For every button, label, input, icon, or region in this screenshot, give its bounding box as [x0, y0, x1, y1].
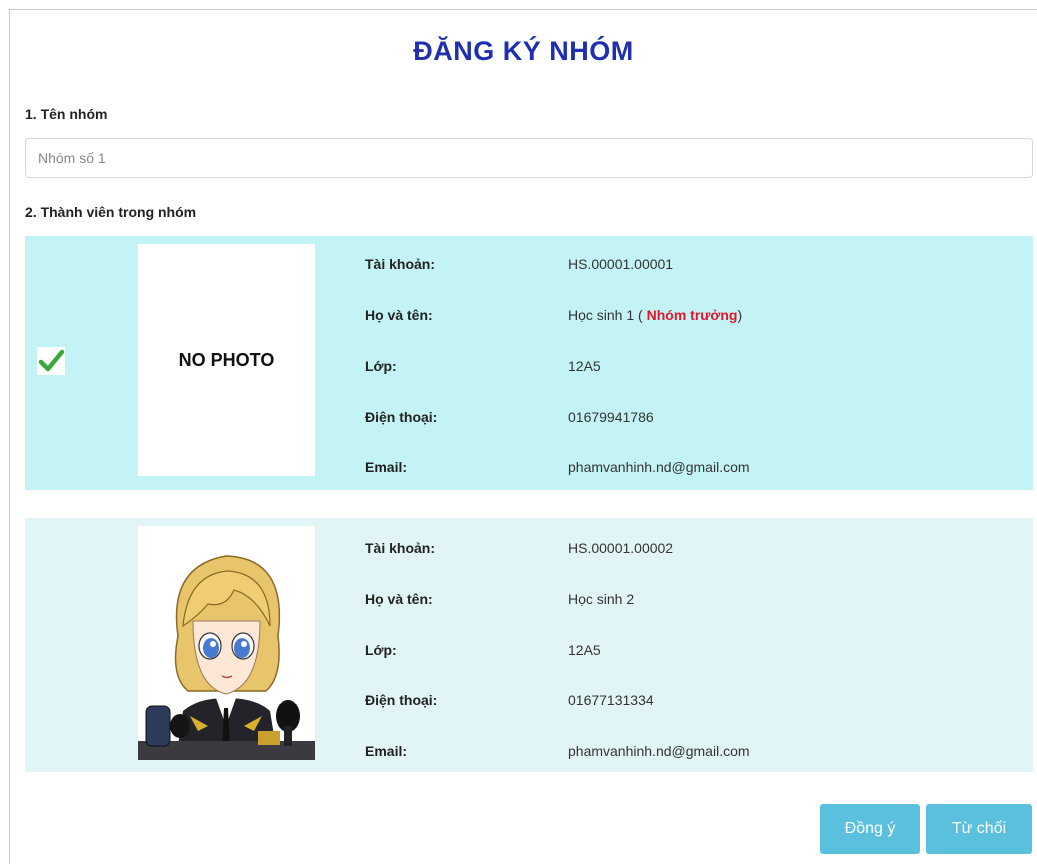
page-title: ĐĂNG KÝ NHÓM [413, 36, 634, 66]
group-name-input[interactable] [25, 138, 1033, 178]
fullname-value: Học sinh 1 ( Nhóm trưởng) [568, 307, 1008, 323]
leader-badge: Nhóm trưởng [646, 307, 738, 323]
class-value: 12A5 [568, 358, 601, 374]
class-value: 12A5 [568, 642, 601, 658]
members-label: 2. Thành viên trong nhóm [25, 204, 197, 220]
email-value: phamvanhinh.nd@gmail.com [568, 459, 750, 475]
member-photo [138, 526, 315, 760]
checkmark-icon[interactable] [37, 347, 65, 375]
group-name-label: 1. Tên nhóm [25, 106, 108, 122]
fullname-value: Học sinh 2 [568, 591, 635, 607]
fullname-text: Học sinh 1 [568, 307, 635, 323]
email-value: phamvanhinh.nd@gmail.com [568, 743, 750, 759]
class-label: Lớp: [365, 642, 397, 658]
fullname-label: Họ và tên: [365, 591, 433, 607]
phone-label: Điện thoại: [365, 692, 438, 708]
role-suffix: ) [737, 307, 743, 323]
fullname-label: Họ và tên: [365, 307, 433, 323]
anime-avatar-photo-icon [138, 526, 315, 760]
no-photo-text: NO PHOTO [178, 349, 275, 370]
role-prefix: ( [634, 307, 647, 323]
email-label: Email: [365, 743, 408, 759]
account-value: HS.00001.00002 [568, 540, 674, 556]
agree-button[interactable]: Đồng ý [820, 804, 920, 854]
phone-value: 01679941786 [568, 409, 654, 425]
member-card[interactable]: Tài khoản: HS.00001.00002 Họ và tên: Học… [25, 518, 1033, 772]
member-photo-placeholder: NO PHOTO [138, 244, 315, 476]
group-registration-dialog: ĐĂNG KÝ NHÓM 1. Tên nhóm 2. Thành viên t… [9, 9, 1037, 864]
account-label: Tài khoản: [365, 540, 436, 556]
reject-button[interactable]: Từ chối [926, 804, 1032, 854]
email-label: Email: [365, 459, 408, 475]
phone-value: 01677131334 [568, 692, 654, 708]
phone-label: Điện thoại: [365, 409, 438, 425]
account-value: HS.00001.00001 [568, 256, 674, 272]
member-card[interactable]: NO PHOTO Tài khoản: HS.00001.00001 Họ và… [25, 236, 1033, 490]
class-label: Lớp: [365, 358, 397, 374]
account-label: Tài khoản: [365, 256, 436, 272]
